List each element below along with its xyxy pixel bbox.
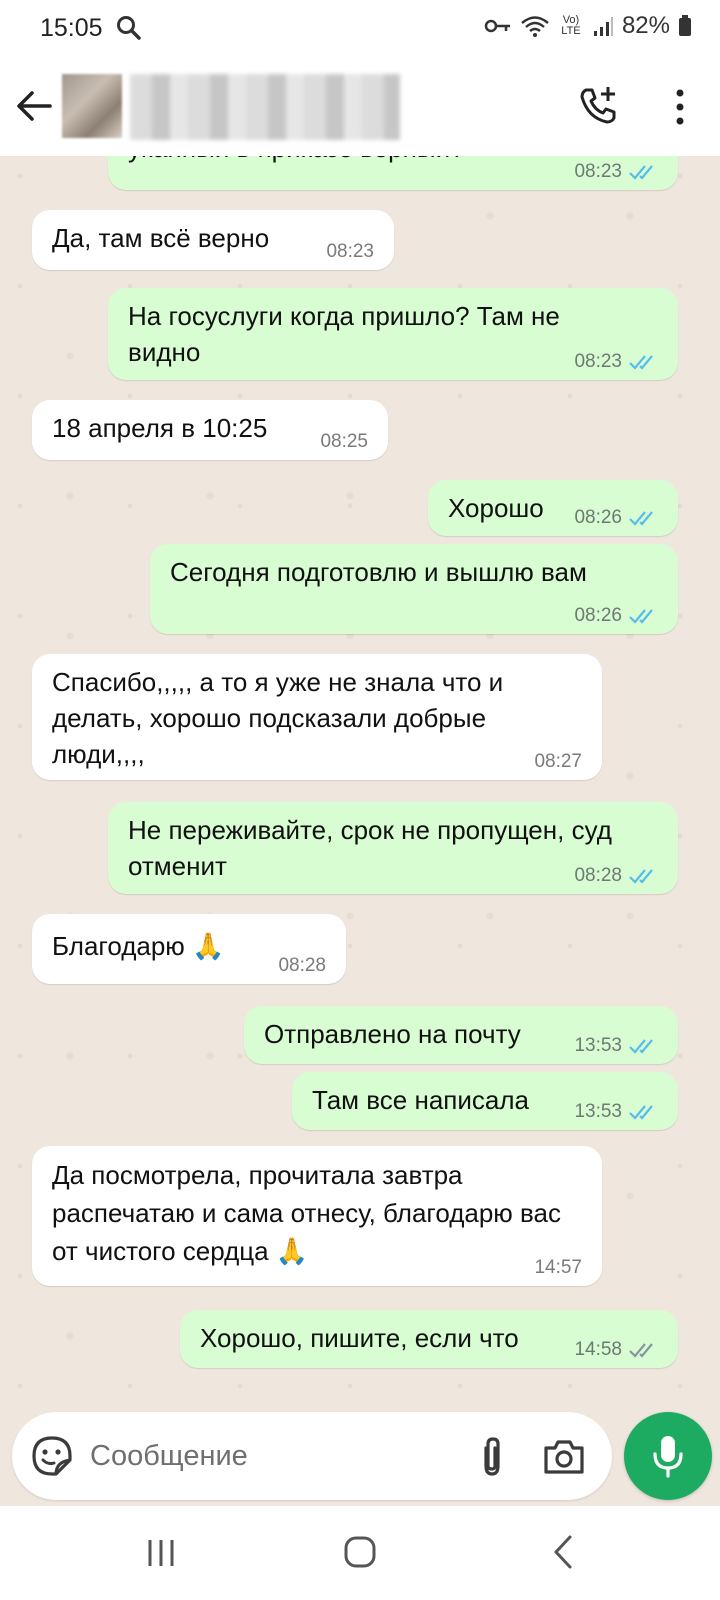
volte-indicator: Vo) LTE — [561, 14, 581, 37]
message-meta: 13:53 — [574, 1102, 658, 1122]
back-arrow-icon[interactable] — [12, 84, 56, 128]
message-meta: 08:23 — [326, 242, 374, 262]
voice-record-button[interactable] — [624, 1412, 712, 1500]
message-outgoing[interactable]: Сегодня подготовлю и вышлю вам 08:26 — [150, 544, 678, 634]
read-ticks-icon — [629, 1105, 653, 1120]
message-incoming[interactable]: Да посмотрела, прочитала завтра распечат… — [32, 1146, 602, 1286]
message-time: 14:57 — [534, 1257, 582, 1278]
attach-paperclip-icon[interactable] — [474, 1436, 510, 1478]
message-meta: 08:28 — [574, 866, 658, 886]
message-meta: 08:26 — [574, 606, 658, 626]
microphone-icon — [653, 1436, 683, 1478]
message-outgoing[interactable]: Хорошо 08:26 — [428, 480, 678, 536]
message-time: 08:26 — [574, 605, 622, 626]
message-time: 08:23 — [574, 161, 622, 182]
message-composer — [12, 1412, 612, 1500]
message-text: Да посмотрела, прочитала завтра распечат… — [52, 1160, 562, 1266]
message-time: 13:53 — [574, 1035, 622, 1056]
message-outgoing[interactable]: Хорошо, пишите, если что 14:58 — [180, 1310, 678, 1368]
message-outgoing[interactable]: Не переживайте, срок не пропущен, суд от… — [108, 802, 678, 894]
message-time: 08:25 — [320, 431, 368, 452]
message-meta: 08:23 — [574, 162, 658, 182]
contact-avatar[interactable] — [62, 74, 122, 138]
message-outgoing[interactable]: уканный в приказе верный? 08:23 — [108, 156, 678, 190]
recents-icon[interactable] — [144, 1536, 178, 1570]
message-time: 08:28 — [278, 955, 326, 976]
read-ticks-icon — [629, 165, 653, 180]
message-incoming[interactable]: Да, там всё верно 08:23 — [32, 210, 394, 270]
message-time: 14:58 — [574, 1339, 622, 1360]
message-outgoing[interactable]: На госуслуги когда пришло? Там не видно … — [108, 288, 678, 380]
message-time: 08:23 — [326, 241, 374, 262]
message-outgoing[interactable]: Там все написала 13:53 — [292, 1072, 678, 1130]
status-icons: Vo) LTE 82% — [484, 12, 692, 40]
read-ticks-icon — [629, 869, 653, 884]
read-ticks-icon — [629, 355, 653, 370]
message-time: 08:23 — [574, 351, 622, 372]
system-navigation-bar — [0, 1506, 720, 1600]
chat-messages[interactable]: уканный в приказе верный? 08:23 Да, там … — [0, 156, 720, 1406]
message-time: 08:26 — [574, 507, 622, 528]
message-outgoing[interactable]: Отправлено на почту 13:53 — [244, 1006, 678, 1064]
message-text: Спасибо,,,,, а то я уже не знала что и д… — [52, 667, 504, 769]
camera-icon[interactable] — [542, 1438, 586, 1476]
status-time: 15:05 — [40, 14, 103, 42]
read-ticks-icon — [629, 1039, 653, 1054]
message-text: На госуслуги когда пришло? Там не видно — [128, 301, 560, 367]
message-time: 13:53 — [574, 1101, 622, 1122]
message-meta: 14:58 — [574, 1340, 658, 1360]
wifi-icon — [521, 16, 549, 37]
battery-percent: 82% — [621, 12, 670, 39]
status-bar: 15:05 Vo) LTE 82% — [0, 0, 720, 56]
nav-back-icon[interactable] — [548, 1534, 578, 1570]
home-icon[interactable] — [342, 1534, 378, 1570]
message-text: Не переживайте, срок не пропущен, суд от… — [128, 815, 612, 881]
message-time: 08:28 — [574, 865, 622, 886]
message-incoming[interactable]: 18 апреля в 10:25 08:25 — [32, 400, 388, 460]
message-text: Да, там всё верно — [52, 223, 270, 253]
sticker-emoji-icon[interactable] — [30, 1434, 74, 1478]
add-call-icon[interactable] — [576, 84, 620, 128]
message-incoming[interactable]: Благодарю 🙏 08:28 — [32, 914, 346, 984]
read-ticks-icon — [629, 609, 653, 624]
chat-header — [0, 56, 720, 156]
message-meta: 08:27 — [534, 752, 582, 772]
message-incoming[interactable]: Спасибо,,,,, а то я уже не знала что и д… — [32, 654, 602, 780]
message-meta: 08:28 — [278, 956, 326, 976]
message-meta: 13:53 — [574, 1036, 658, 1056]
message-meta: 08:25 — [320, 432, 368, 452]
signal-icon — [593, 17, 613, 36]
battery-icon — [679, 15, 691, 36]
key-icon — [484, 19, 510, 33]
message-input[interactable] — [90, 1436, 450, 1476]
delivered-ticks-icon — [629, 1343, 653, 1358]
message-meta: 08:23 — [574, 352, 658, 372]
message-text: 18 апреля в 10:25 — [52, 413, 268, 443]
message-meta: 14:57 — [534, 1258, 582, 1278]
more-options-icon[interactable] — [664, 86, 696, 128]
message-text: Сегодня подготовлю и вышлю вам — [170, 557, 587, 587]
message-time: 08:27 — [534, 751, 582, 772]
message-meta: 08:26 — [574, 508, 658, 528]
contact-name-blurred[interactable] — [130, 74, 400, 140]
read-ticks-icon — [629, 511, 653, 526]
search-icon — [117, 16, 141, 40]
